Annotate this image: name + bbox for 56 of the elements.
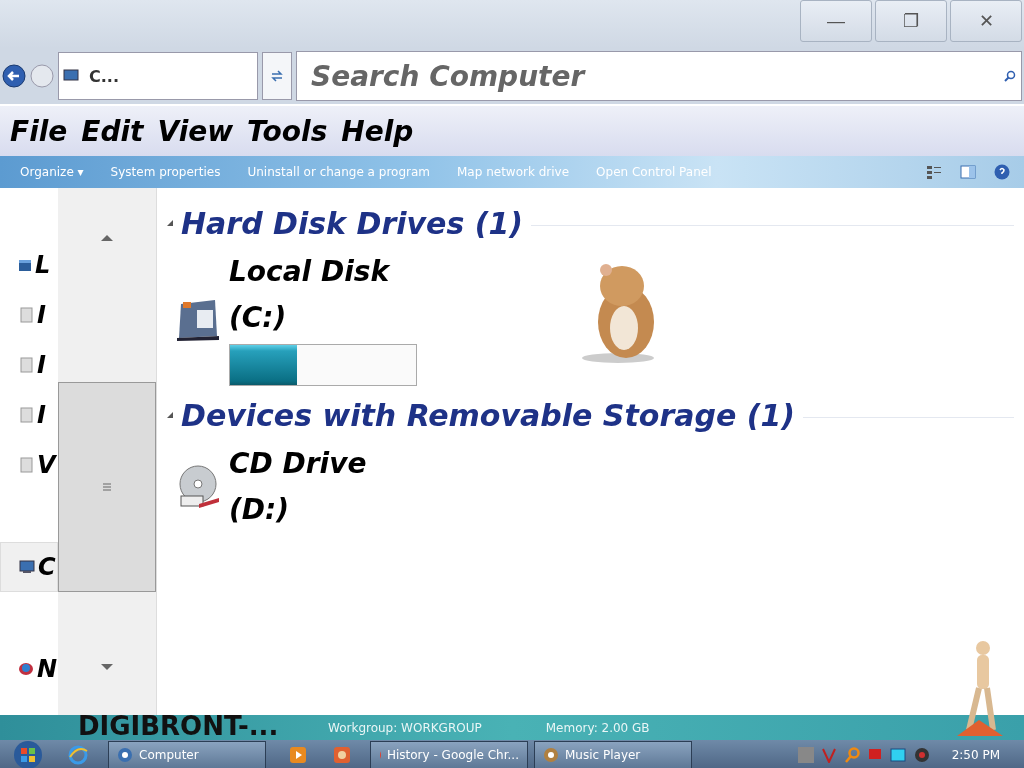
nav-item[interactable]: I [0,340,58,390]
drive-letter[interactable]: (D:) [229,490,367,530]
nav-item[interactable]: I [0,390,58,440]
close-button[interactable]: ✕ [950,0,1022,42]
grip-icon [103,483,111,491]
scroll-thumb[interactable] [58,382,156,592]
document-icon [20,457,34,473]
menu-item[interactable]: Edit [81,114,144,148]
refresh-icon [270,69,284,83]
clock[interactable]: 2:50 PM [951,748,1000,762]
drive-name[interactable]: CD Drive [229,444,367,484]
workgroup-label: Workgroup: WORKGROUP [328,720,482,735]
menu-item[interactable]: File [10,114,68,148]
preview-pane-icon[interactable] [960,165,976,179]
search-icon[interactable] [1004,70,1016,82]
music-icon [543,747,559,763]
drive-name[interactable]: Local Disk [229,252,417,292]
group-heading[interactable]: Devices with Removable Storage (1) [181,397,795,433]
back-icon[interactable] [2,64,26,88]
computer-icon [117,747,133,763]
nav-item[interactable]: L [0,240,58,290]
document-icon [20,357,34,373]
nav-item[interactable]: C [0,542,58,592]
nav-item[interactable]: V [0,440,58,490]
menu-item[interactable]: Help [341,114,414,148]
computer-icon [63,69,79,83]
refresh-button[interactable] [262,52,292,100]
monitor-icon[interactable] [889,748,906,762]
restore-button[interactable]: ❐ [875,0,947,42]
menu-item[interactable]: View [157,114,234,148]
menu-item[interactable]: Tools [247,114,328,148]
magnifier-icon[interactable] [843,747,860,763]
view-options-icon[interactable] [926,165,942,179]
collapse-icon[interactable] [167,220,173,226]
nav-item[interactable]: N [0,644,58,694]
minimize-button[interactable]: — [800,0,872,42]
search-field[interactable]: Search Computer [296,51,1022,101]
scroll-up-icon[interactable] [101,234,113,241]
computer-icon [19,560,35,574]
group-heading[interactable]: Hard Disk Drives (1) [181,205,523,241]
breadcrumb[interactable]: C... [89,66,119,86]
document-icon [20,307,34,323]
memory-label: Memory: 2.00 GB [545,720,650,735]
document-icon [20,407,34,423]
app-icon[interactable] [334,747,350,763]
nav-item[interactable]: I [0,290,58,340]
speaker-icon[interactable] [913,747,930,763]
network-icon [18,662,34,676]
drive-letter[interactable]: (C:) [229,298,417,338]
collapse-icon[interactable] [167,412,173,418]
library-icon [18,258,32,272]
scroll-down-icon[interactable] [101,664,113,671]
address-bar[interactable]: C... [58,52,258,100]
computer-name: DIGIBRONT-... [78,715,280,740]
media-icon[interactable] [290,747,306,763]
help-icon[interactable] [994,164,1010,180]
